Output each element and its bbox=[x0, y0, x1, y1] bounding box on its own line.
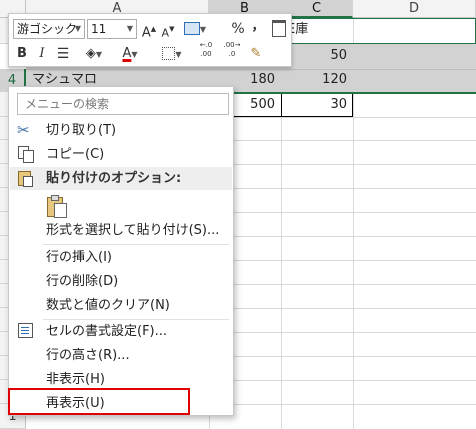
align-center-icon: ☰ bbox=[56, 46, 70, 62]
fill-color-button[interactable]: ◈▼ bbox=[79, 44, 109, 64]
decrease-decimal-label: .0 bbox=[228, 50, 236, 58]
paste-options-icon bbox=[18, 169, 36, 187]
format-painter-button[interactable]: ✎ bbox=[247, 44, 265, 64]
borders-icon bbox=[162, 47, 176, 60]
menu-item-label: 非表示(H) bbox=[46, 372, 105, 387]
menu-separator bbox=[43, 244, 229, 245]
menu-item-clear-contents[interactable]: 数式と値のクリア(N) bbox=[10, 294, 232, 317]
accounting-format-icon bbox=[183, 22, 200, 35]
shrink-font-button[interactable]: A▼ bbox=[160, 19, 176, 39]
font-size-value: 11 bbox=[91, 22, 107, 36]
menu-item-copy[interactable]: コピー(C) bbox=[10, 143, 232, 166]
decrease-decimal-icon: .00→ bbox=[223, 41, 241, 49]
menu-item-label: コピー(C) bbox=[46, 147, 105, 162]
accounting-format-button[interactable]: ▼ bbox=[181, 19, 209, 39]
font-color-button[interactable]: A▼ bbox=[115, 44, 145, 64]
paint-bucket-icon: ◈ bbox=[85, 46, 96, 61]
menu-item-label: 数式と値のクリア(N) bbox=[46, 298, 170, 313]
chevron-down-icon: ▼ bbox=[126, 24, 133, 33]
paste-icon bbox=[45, 195, 67, 218]
column-header-d[interactable]: D bbox=[353, 0, 476, 18]
menu-item-delete-row[interactable]: 行の削除(D) bbox=[10, 270, 232, 293]
increase-decimal-label: .00 bbox=[200, 50, 212, 58]
copy-icon bbox=[18, 146, 36, 164]
menu-item-label: 切り取り(T) bbox=[46, 123, 117, 138]
align-center-button[interactable]: ☰ bbox=[55, 44, 71, 64]
chevron-down-icon: ▼ bbox=[131, 50, 138, 59]
font-size-box[interactable]: 11 ▼ bbox=[87, 19, 137, 39]
format-cells-icon bbox=[18, 323, 36, 341]
context-menu: メニューの検索 ✂ 切り取り(T) コピー(C) 貼り付けのオプション: 形式を… bbox=[8, 86, 234, 416]
italic-button[interactable]: I bbox=[35, 44, 49, 64]
format-table-icon bbox=[272, 20, 286, 37]
menu-item-label: 行の挿入(I) bbox=[46, 250, 112, 265]
menu-item-paste-special[interactable]: 形式を選択して貼り付け(S)... bbox=[10, 219, 232, 242]
mini-toolbar: 游ゴシック ▼ 11 ▼ A▲ A▼ ▼ % ， B I ☰ ◈▼ A▼ ▼ ←… bbox=[8, 13, 292, 67]
font-name-box[interactable]: 游ゴシック ▼ bbox=[13, 19, 85, 39]
chevron-down-icon: ▼ bbox=[95, 50, 103, 59]
paste-options-label: 貼り付けのオプション: bbox=[46, 171, 182, 186]
shrink-font-icon: A bbox=[161, 26, 170, 40]
paste-button[interactable] bbox=[43, 193, 69, 219]
format-table-button[interactable] bbox=[270, 19, 288, 39]
percent-style-button[interactable]: % bbox=[230, 19, 246, 39]
menu-item-label: 行の削除(D) bbox=[46, 274, 119, 289]
paste-options-header: 貼り付けのオプション: bbox=[10, 167, 232, 190]
highlight-box bbox=[8, 388, 190, 415]
menu-item-label: 行の高さ(R)... bbox=[46, 348, 130, 363]
menu-item-insert-row[interactable]: 行の挿入(I) bbox=[10, 246, 232, 269]
comma-style-button[interactable]: ， bbox=[251, 17, 265, 37]
menu-item-format-cells[interactable]: セルの書式設定(F)... bbox=[10, 320, 232, 343]
bold-button[interactable]: B bbox=[15, 44, 29, 64]
chevron-down-icon: ▼ bbox=[74, 24, 81, 33]
format-painter-icon: ✎ bbox=[250, 46, 262, 61]
chevron-down-icon: ▼ bbox=[175, 50, 182, 59]
decrease-decimal-button[interactable]: .00→ .0 bbox=[221, 41, 243, 61]
font-name-value: 游ゴシック bbox=[17, 22, 78, 36]
scissors-icon: ✂ bbox=[17, 121, 30, 139]
menu-item-cut[interactable]: ✂ 切り取り(T) bbox=[10, 119, 232, 142]
menu-item-label: セルの書式設定(F)... bbox=[46, 324, 168, 339]
cell-c4[interactable]: 120 bbox=[281, 70, 353, 90]
menu-item-row-height[interactable]: 行の高さ(R)... bbox=[10, 344, 232, 367]
borders-button[interactable]: ▼ bbox=[157, 44, 187, 64]
grow-font-icon: A bbox=[141, 25, 151, 41]
menu-search-input[interactable]: メニューの検索 bbox=[17, 93, 229, 115]
menu-item-label: 形式を選択して貼り付け(S)... bbox=[46, 223, 220, 238]
chevron-down-icon: ▼ bbox=[199, 25, 207, 34]
cell-c5[interactable]: 30 bbox=[281, 95, 353, 115]
grow-font-button[interactable]: A▲ bbox=[141, 19, 157, 41]
increase-decimal-icon: ←.0 bbox=[199, 41, 213, 49]
increase-decimal-button[interactable]: ←.0 .00 bbox=[195, 41, 217, 61]
